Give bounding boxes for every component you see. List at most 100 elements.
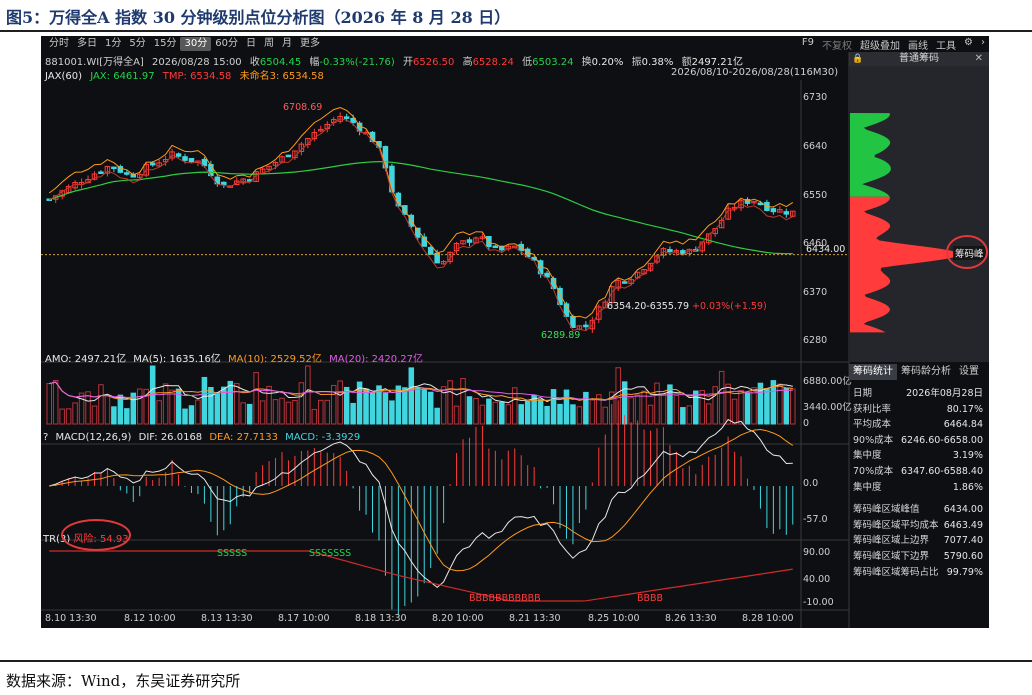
volume-bar (305, 365, 311, 425)
candle-body (98, 171, 104, 174)
volume-bar (447, 380, 453, 425)
volume-bar (570, 404, 576, 425)
volume-bar (52, 380, 59, 425)
volume-bar (253, 372, 259, 425)
volume-bar (576, 406, 583, 425)
candle-body (149, 162, 156, 166)
candle-body (343, 116, 350, 119)
stat-row: 平均成本 6464.84 (853, 419, 983, 431)
tr-axis-label: -10.00 (803, 597, 834, 608)
upper-band-line (48, 106, 794, 319)
candle-body (783, 211, 790, 215)
volume-bar (98, 384, 104, 425)
candle-body (770, 208, 777, 213)
range-annotation: 6354.20-6355.79 +0.03%(+1.59) (607, 301, 767, 312)
volume-bar (343, 386, 350, 425)
amo-axis-label: 0 (803, 418, 810, 429)
volume-bar (246, 403, 253, 425)
volume-bar (46, 383, 52, 425)
candle-body (492, 245, 499, 249)
volume-bar (104, 395, 111, 425)
volume-bar (259, 400, 266, 425)
volume-bar (214, 392, 221, 425)
candle-body (427, 246, 434, 255)
tr-risk-line (49, 550, 793, 602)
volume-bar (415, 387, 421, 425)
price-axis-label: 6730 (803, 92, 828, 103)
candle-body (285, 154, 292, 158)
volume-bar (712, 386, 718, 425)
stat-row: 筹码峰区域峰值 6434.00 (853, 504, 983, 516)
volume-bar (499, 401, 505, 425)
volume-bar (583, 391, 589, 425)
price-axis-label: 6550 (803, 190, 828, 201)
volume-bar (382, 392, 389, 425)
tab-chip-age[interactable]: 筹码龄分析 (897, 364, 955, 380)
stat-row: 90%成本 6246.60-6658.00 (853, 434, 983, 446)
volume-bar (718, 370, 725, 425)
volume-bar (85, 391, 91, 425)
stat-row: 日期 2026年08月28日 (853, 388, 983, 399)
x-axis-label: 8.20 10:00 (432, 613, 484, 624)
volume-bar (111, 406, 117, 425)
volume-bar (318, 399, 324, 425)
volume-bar (195, 399, 201, 425)
volume-bar (363, 388, 369, 425)
tr-axis-label: 90.00 (803, 547, 831, 558)
stat-row: 70%成本 6347.60-6588.40 (853, 465, 983, 477)
x-axis-label: 8.21 13:30 (509, 613, 561, 624)
volume-bar (550, 389, 557, 425)
tab-chip-stats[interactable]: 筹码统计 (849, 364, 897, 380)
volume-bar (408, 367, 415, 425)
x-axis-label: 8.25 10:00 (588, 613, 640, 624)
candle-body (570, 315, 576, 328)
volume-bar (673, 394, 680, 425)
volume-bar (156, 400, 162, 425)
ma60-line (49, 160, 793, 255)
candle-body (182, 156, 188, 161)
volume-bar (744, 392, 751, 425)
volume-bar (272, 399, 279, 425)
volume-bar (279, 397, 285, 425)
risk-highlight-circle (61, 519, 131, 551)
volume-bar (563, 389, 570, 425)
x-axis-label: 8.26 13:30 (665, 613, 717, 624)
volume-bar (389, 400, 395, 425)
volume-bar (460, 377, 466, 425)
volume-bar (136, 388, 143, 425)
volume-bar (285, 401, 292, 425)
peak-highlight-circle (946, 235, 988, 269)
amo-axis-label: 6880.00亿 (803, 376, 852, 387)
volume-bar (764, 388, 770, 425)
volume-bar (492, 401, 499, 425)
volume-bar (686, 405, 693, 425)
volume-bar (162, 383, 169, 425)
volume-bar (402, 387, 408, 425)
volume-bar (725, 383, 731, 425)
figure-title: 图5：万得全A 指数 30 分钟级别点位分析图（2026 年 8 月 28 日） (6, 8, 511, 27)
volume-bar (78, 392, 85, 425)
volume-bar (486, 398, 492, 425)
high-point-label: 6708.69 (283, 102, 323, 113)
x-axis-label: 8.17 10:00 (278, 613, 330, 624)
stat-row: 筹码峰区域筹码占比 99.79% (853, 566, 983, 578)
volume-bar (369, 392, 376, 425)
volume-bar (421, 389, 427, 425)
tab-chip-settings[interactable]: 设置 (955, 364, 983, 380)
macd-axis-label: 0.0 (803, 478, 819, 489)
macd-axis-label: -57.0 (803, 514, 828, 525)
volume-bar (65, 408, 72, 425)
source-note: 数据来源：Wind，东吴证券研究所 (6, 672, 241, 690)
chart-canvas[interactable] (41, 36, 989, 628)
volume-bar (298, 382, 305, 425)
volume-bar (292, 399, 298, 425)
stat-row: 筹码峰区域平均成本 6463.49 (853, 519, 983, 531)
x-axis-label: 8.18 13:30 (355, 613, 407, 624)
volume-bar (654, 382, 660, 425)
low-point-label: 6289.89 (541, 330, 581, 341)
volume-bar (330, 384, 337, 425)
candle-body (188, 157, 195, 163)
stat-row: 集中度 3.19% (853, 450, 983, 462)
volume-bar (169, 389, 175, 425)
x-axis-label: 8.28 10:00 (742, 613, 794, 624)
